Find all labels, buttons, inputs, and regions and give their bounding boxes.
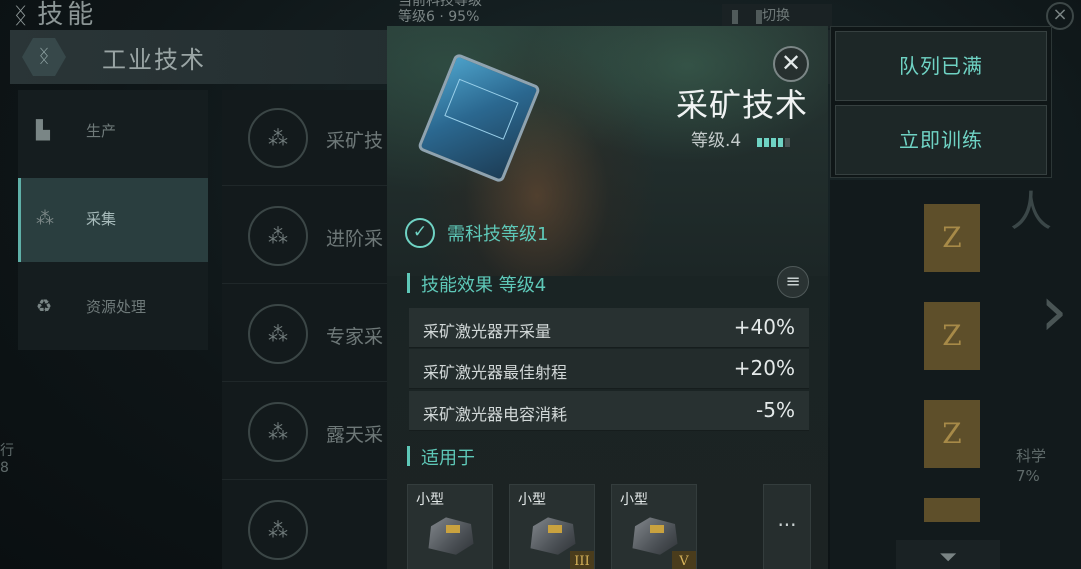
effect-value: -5% [756,398,795,422]
ship-size: 小型 [620,492,648,508]
mining-laser-icon [428,517,474,555]
effect-row: 采矿激光器最佳射程 +20% [409,349,809,389]
science-text: 科学 [1016,447,1047,465]
effect-row: 采矿激光器开采量 +40% [409,308,809,348]
page-title-text: 技能 [37,0,98,30]
menu-icon[interactable]: ≡ [777,266,809,298]
tech-level-label: 当前科技等级 [398,0,482,9]
action-panel: 队列已满 立即训练 [830,26,1052,178]
effect-value: +20% [733,356,795,380]
cluster-icon: ⁂ [248,304,308,364]
list-item[interactable]: ⁂ 专家采 [222,286,392,382]
cluster-icon: ⁂ [248,108,308,168]
skill-detail-modal: ✕ 采矿技术 等级.4 ✓ 需科技等级1 技能效果 等级4 ≡ 采矿激光器开采量 … [387,26,828,569]
cluster-icon: ⁂ [248,206,308,266]
ship-card[interactable]: 小型 V [611,484,697,569]
effect-name: 采矿激光器最佳射程 [423,363,568,382]
sidebar-item-harvesting[interactable]: ⁂ 采集 [18,178,208,262]
tier-badge: III [570,551,594,569]
skill-level: 等级.4 [691,131,742,151]
sidebar-item-resource-processing[interactable]: ♻ 资源处理 [18,266,208,350]
effect-value: +40% [733,315,795,339]
filter-icon[interactable]: ⏷ [896,540,1000,569]
dna-icon: ᛝ [14,4,32,29]
science-percent: 7% [1016,467,1040,485]
left-fragment: 行 8 [0,440,14,476]
z-badge-icon: Z [924,204,980,272]
check-icon: ✓ [405,218,435,248]
level-pip [764,138,769,147]
skill-title: 采矿技术 [675,86,808,124]
skill-list: ⁂ 采矿技 ⁂ 进阶采 ⁂ 专家采 ⁂ 露天采 ⁂ [222,90,392,569]
tech-level-info: 当前科技等级 等级6 · 95% [398,0,482,25]
z-badge-icon [924,498,980,522]
close-icon[interactable]: ✕ [773,46,809,82]
sidebar-item-label: 资源处理 [86,298,147,316]
level-pip [778,138,783,147]
list-item-label: 露天采 [326,424,384,446]
ship-size: 小型 [518,492,546,508]
more-ships-button[interactable]: ··· [763,484,811,569]
queue-full-button[interactable]: 队列已满 [835,31,1047,101]
list-item[interactable]: ⁂ 采矿技 [222,90,392,186]
effect-name: 采矿激光器电容消耗 [423,405,568,424]
requirement: ✓ 需科技等级1 [405,218,548,248]
requirement-text: 需科技等级1 [447,224,549,245]
cluster-icon: ⁂ [248,500,308,560]
tech-level-value: 等级6 · 95% [398,9,480,25]
app-root: ᛝ 技能 当前科技等级 等级6 · 95% 切换 × ᛝ 工业技术 ▙ 生产 ⁂ … [0,0,1081,569]
level-pip [771,138,776,147]
level-pips [757,132,792,151]
ship-card[interactable]: 小型 [407,484,493,569]
tier-badge: V [672,551,696,569]
list-item-label: 专家采 [326,326,384,348]
level-pip [785,138,790,147]
z-badge-icon: Z [924,302,980,370]
effects-header: 技能效果 等级4 [407,271,546,297]
background-character: 人 [1010,187,1053,236]
dna-icon: ᛝ [22,38,66,76]
sidebar-item-label: 生产 [86,122,117,140]
sidebar-item-label: 采集 [86,210,117,228]
recycle-icon: ♻ [36,296,53,317]
level-pip [757,138,762,147]
sidebar: ▙ 生产 ⁂ 采集 ♻ 资源处理 [18,90,208,350]
ship-card[interactable]: 小型 III [509,484,595,569]
list-item-label: 进阶采 [326,228,384,250]
factory-icon: ▙ [36,120,50,141]
next-arrow-icon[interactable]: › [1040,270,1068,352]
switch-label: 切换 [762,8,790,24]
list-item[interactable]: ⁂ 进阶采 [222,188,392,284]
page-title: ᛝ 技能 [14,0,97,31]
switch-button[interactable]: 切换 [722,4,832,28]
left-fragment-number: 8 [0,460,9,476]
left-fragment-text: 行 [0,443,14,459]
cluster-icon: ⁂ [36,208,54,229]
science-label: 科学 7% [1016,446,1046,486]
list-item[interactable]: ⁂ 露天采 [222,384,392,480]
list-item[interactable]: ⁂ [222,482,392,569]
ship-size: 小型 [416,492,444,508]
effect-name: 采矿激光器开采量 [423,322,552,341]
applies-header: 适用于 [407,444,475,470]
list-item-label: 采矿技 [326,130,384,152]
category-title: 工业技术 [102,46,206,74]
z-badge-icon: Z [924,400,980,468]
cluster-icon: ⁂ [248,402,308,462]
effect-row: 采矿激光器电容消耗 -5% [409,391,809,431]
train-now-button[interactable]: 立即训练 [835,105,1047,175]
sidebar-item-production[interactable]: ▙ 生产 [18,90,208,174]
